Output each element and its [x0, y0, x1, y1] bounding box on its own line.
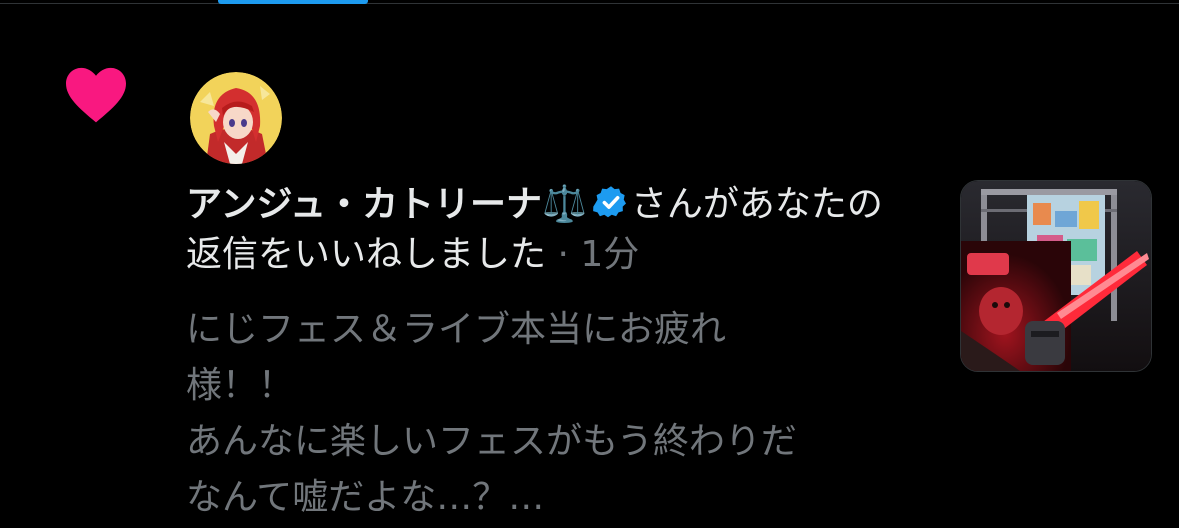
separator: ·	[546, 234, 581, 275]
preview-line: 様！！	[186, 365, 295, 406]
preview-line: あんなに楽しいフェスがもう終わりだ	[186, 421, 797, 462]
preview-line: なんて嘘だよな…？…	[186, 477, 545, 518]
preview-line: にじフェス＆ライブ本当にお疲れ	[186, 309, 727, 350]
thumbnail-image	[961, 181, 1151, 371]
active-tab-indicator	[218, 0, 368, 4]
timestamp: 1分	[580, 234, 640, 275]
user-avatar[interactable]	[190, 72, 282, 164]
avatar-image	[190, 72, 282, 164]
media-thumbnail[interactable]	[960, 180, 1152, 372]
name-emoji: ⚖️	[542, 184, 587, 225]
notification-text[interactable]: アンジュ・カトリーナ⚖️ さんがあなたの返信をいいねしました · 1分	[186, 180, 906, 280]
tab-bar-divider	[0, 3, 1179, 4]
reply-preview-text[interactable]: にじフェス＆ライブ本当にお疲れ 様！！ あんなに楽しいフェスがもう終わりだ なん…	[186, 302, 906, 526]
verified-badge-icon	[593, 186, 626, 218]
heart-icon	[66, 67, 126, 123]
user-name[interactable]: アンジュ・カトリーナ	[186, 184, 542, 225]
